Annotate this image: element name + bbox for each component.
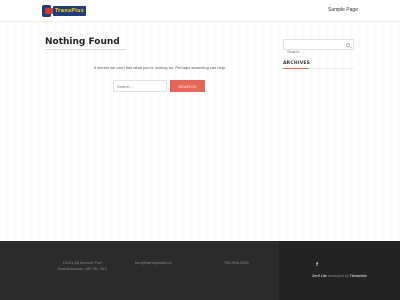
footer-phone-link[interactable]: 780-998-3550 bbox=[224, 260, 249, 266]
page-title: Nothing Found bbox=[45, 37, 120, 47]
credit-author-link[interactable]: ThemeIsle bbox=[350, 274, 367, 278]
site-header: TransPlus Sample Page bbox=[0, 0, 400, 22]
search-button[interactable]: SEARCH bbox=[170, 80, 205, 92]
search-icon[interactable] bbox=[346, 43, 350, 47]
logo-text: TransPlus bbox=[53, 6, 86, 16]
footer-address-line2: Saskatchewan, AB T8L 0A9 bbox=[57, 266, 107, 271]
footer-credit: Zerif Lite developed by ThemeIsle bbox=[279, 274, 400, 278]
widget-accent-rule bbox=[283, 68, 309, 69]
facebook-icon[interactable]: f bbox=[316, 262, 318, 268]
archives-widget-title: ARCHIVES bbox=[283, 61, 311, 66]
footer-address: 11401-85 Avenue Fort Saskatchewan, AB T8… bbox=[53, 260, 111, 272]
credit-theme-name: Zerif Lite bbox=[312, 274, 327, 278]
logo-mark-icon bbox=[42, 5, 54, 17]
search-input[interactable] bbox=[113, 80, 167, 92]
search-form: SEARCH bbox=[113, 80, 205, 92]
nav-sample-page[interactable]: Sample Page bbox=[328, 7, 358, 13]
sidebar-search-input[interactable] bbox=[284, 47, 353, 56]
title-divider bbox=[45, 49, 126, 50]
site-logo[interactable]: TransPlus bbox=[42, 4, 86, 18]
page-background bbox=[0, 0, 400, 240]
credit-connector: developed by bbox=[326, 274, 350, 278]
sidebar-search bbox=[283, 39, 354, 56]
footer-social-panel bbox=[279, 241, 400, 300]
footer-email-link[interactable]: tom@transplusltd.ca bbox=[135, 260, 172, 266]
not-found-message: It seems we can't find what you're looki… bbox=[93, 65, 227, 70]
